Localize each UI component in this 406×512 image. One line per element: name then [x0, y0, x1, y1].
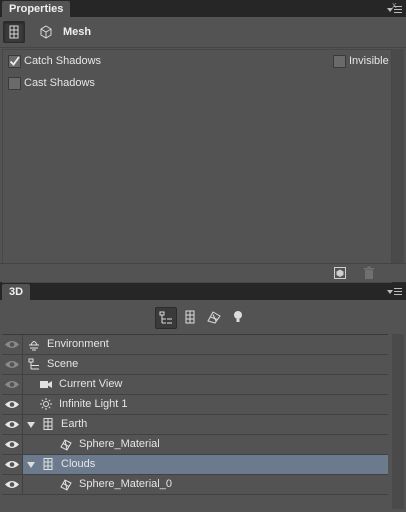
scene-item-content[interactable]: Sphere_Material_0: [23, 475, 388, 494]
scene-item-content[interactable]: Current View: [23, 375, 388, 394]
visibility-toggle[interactable]: [2, 455, 23, 474]
filter-toolbar: [0, 300, 406, 330]
scene-icon: [27, 357, 41, 371]
visibility-toggle[interactable]: [2, 395, 23, 414]
eye-icon: [5, 461, 19, 468]
scene-item-clouds[interactable]: Clouds: [2, 455, 388, 475]
visibility-toggle[interactable]: [2, 335, 23, 354]
scene-item-sphere-material[interactable]: Sphere_Material: [2, 435, 388, 455]
scene-item-label: Environment: [47, 338, 109, 350]
mesh-icon: [9, 25, 19, 39]
scene-filter-icon: [159, 311, 172, 324]
scene-item-label: Clouds: [61, 458, 96, 470]
scene-item-content[interactable]: Infinite Light 1: [23, 395, 388, 414]
scene-item-label: Current View: [59, 378, 123, 390]
cube-icon: [40, 25, 52, 39]
expand-triangle-icon[interactable]: [27, 462, 35, 468]
tab-3d-label: 3D: [9, 286, 24, 298]
properties-footer: [0, 263, 406, 282]
eye-icon: [5, 381, 19, 388]
filter-meshes-button[interactable]: [180, 307, 200, 327]
render-icon: [334, 267, 346, 279]
scene-item-label: Scene: [47, 358, 79, 370]
eye-icon: [5, 401, 19, 408]
trash-icon: [364, 266, 374, 279]
cast-shadows-checkbox[interactable]: [8, 77, 21, 90]
material-filter-icon: [207, 311, 221, 324]
visibility-toggle[interactable]: [2, 355, 23, 374]
eye-icon: [5, 341, 19, 348]
panel-3d-header: 3D: [0, 283, 406, 300]
tab-properties[interactable]: Properties: [2, 1, 71, 17]
environment-icon: [27, 337, 41, 351]
scene-item-infinite-light-1[interactable]: Infinite Light 1: [2, 395, 388, 415]
scene-item-content[interactable]: Environment: [23, 335, 388, 354]
scene-item-current-view[interactable]: Current View: [2, 375, 388, 395]
visibility-toggle[interactable]: [2, 415, 23, 434]
properties-panel-menu-button[interactable]: [387, 5, 402, 15]
scene-item-label: Sphere_Material: [79, 438, 160, 450]
scene-item-content[interactable]: Earth: [23, 415, 388, 434]
expand-triangle-icon[interactable]: [27, 422, 35, 428]
scene-item-environment[interactable]: Environment: [2, 335, 388, 355]
eye-icon: [5, 421, 19, 428]
scene-item-content[interactable]: Clouds: [23, 455, 388, 474]
scene-item-content[interactable]: Scene: [23, 355, 388, 374]
delete-button[interactable]: [362, 266, 376, 280]
mesh-icon: [41, 417, 55, 431]
panel-3d: Environment Scene Current View Infinite Lig…: [0, 300, 406, 512]
scene-item-label: Sphere_Material_0: [79, 478, 172, 490]
camera-icon: [39, 377, 53, 391]
invisible-label: Invisible: [349, 55, 389, 67]
properties-panel: Mesh Catch Shadows Invisible Cast Shadow…: [0, 17, 406, 283]
filter-lights-button[interactable]: [228, 307, 248, 327]
catch-shadows-checkbox[interactable]: [8, 55, 21, 68]
tab-3d[interactable]: 3D: [2, 284, 31, 300]
panel-3d-menu-button[interactable]: [387, 287, 402, 297]
visibility-toggle[interactable]: [2, 475, 23, 494]
scene-item-scene[interactable]: Scene: [2, 355, 388, 375]
eye-icon: [5, 481, 19, 488]
properties-content: Catch Shadows Invisible Cast Shadows: [2, 49, 392, 283]
light-icon: [39, 397, 53, 411]
scene-item-sphere-material-0[interactable]: Sphere_Material_0: [2, 475, 388, 495]
catch-shadows-label: Catch Shadows: [24, 55, 102, 67]
tab-properties-label: Properties: [9, 3, 64, 15]
scene-item-earth[interactable]: Earth: [2, 415, 388, 435]
cast-shadows-label: Cast Shadows: [24, 77, 95, 89]
mesh-filter-icon: [185, 310, 195, 324]
properties-panel-header: Properties x: [0, 0, 406, 17]
properties-section-header: Mesh: [0, 17, 406, 48]
coordinates-button[interactable]: [36, 22, 56, 42]
filter-materials-button[interactable]: [204, 307, 224, 327]
visibility-toggle[interactable]: [2, 435, 23, 454]
filter-scene-button[interactable]: [155, 307, 177, 329]
mesh-icon: [41, 457, 55, 471]
scene-item-label: Earth: [61, 418, 88, 430]
visibility-toggle[interactable]: [2, 375, 23, 394]
scene-item-content[interactable]: Sphere_Material: [23, 435, 388, 454]
properties-scrollbar[interactable]: [392, 49, 404, 281]
eye-icon: [5, 361, 19, 368]
render-button[interactable]: [333, 266, 347, 280]
material-icon: [59, 477, 73, 491]
scene-list: Environment Scene Current View Infinite Lig…: [2, 334, 388, 510]
checkmark-icon: [9, 56, 20, 66]
eye-icon: [5, 441, 19, 448]
invisible-checkbox[interactable]: [333, 55, 346, 68]
material-icon: [59, 437, 73, 451]
mesh-properties-button[interactable]: [3, 21, 25, 43]
section-title: Mesh: [63, 26, 92, 38]
scene-list-scrollbar[interactable]: [392, 334, 404, 509]
scene-item-label: Infinite Light 1: [59, 398, 128, 410]
light-filter-icon: [234, 311, 242, 322]
